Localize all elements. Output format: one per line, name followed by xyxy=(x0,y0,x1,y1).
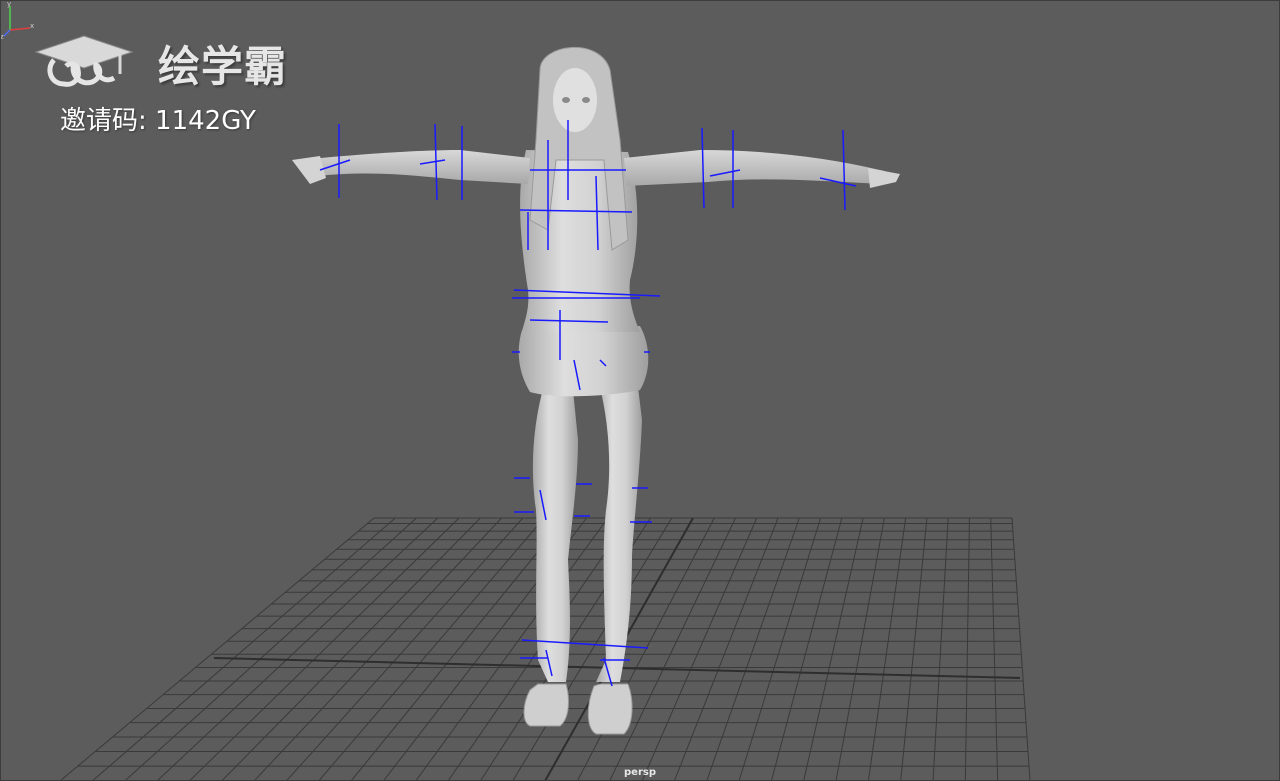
grid-line xyxy=(900,517,928,781)
grid-line xyxy=(285,517,524,781)
grid-line xyxy=(867,517,907,781)
axis-y-label: y xyxy=(7,0,11,8)
grid-line xyxy=(673,517,779,781)
grid-line xyxy=(221,517,481,781)
grid-line xyxy=(835,517,885,781)
grid-line xyxy=(156,517,439,781)
joint-marker xyxy=(842,129,846,211)
maya-perspective-viewport[interactable]: 绘学霸 邀请码: 1142GY y x z persp xyxy=(0,0,1280,781)
grid-line xyxy=(253,517,502,781)
grid-line xyxy=(770,517,843,781)
grid-line xyxy=(990,517,999,781)
grid-line xyxy=(318,517,545,781)
grid-line xyxy=(932,517,949,781)
grid-line xyxy=(641,517,758,781)
grid-line xyxy=(92,517,396,781)
invite-code: 邀请码: 1142GY xyxy=(60,106,256,136)
grid-line xyxy=(188,517,460,781)
grid-line xyxy=(124,517,417,781)
graduation-cap-cloud-icon xyxy=(34,34,134,90)
grid-line xyxy=(576,517,715,781)
grid-line xyxy=(706,517,800,781)
axis-z-label: z xyxy=(0,33,4,40)
grid-line xyxy=(1011,517,1031,781)
joint-marker xyxy=(701,127,705,209)
grid-line xyxy=(59,517,375,781)
grid-line xyxy=(415,517,609,781)
brand-name: 绘学霸 xyxy=(158,42,288,91)
grid-line xyxy=(964,517,970,781)
grid-line xyxy=(350,517,566,781)
axis-x-label: x xyxy=(30,22,34,30)
axis-gizmo-icon: y x z xyxy=(0,0,34,40)
grid-line xyxy=(803,517,864,781)
character-model[interactable] xyxy=(292,47,900,735)
grid-line xyxy=(738,517,822,781)
camera-label: persp xyxy=(624,767,656,778)
